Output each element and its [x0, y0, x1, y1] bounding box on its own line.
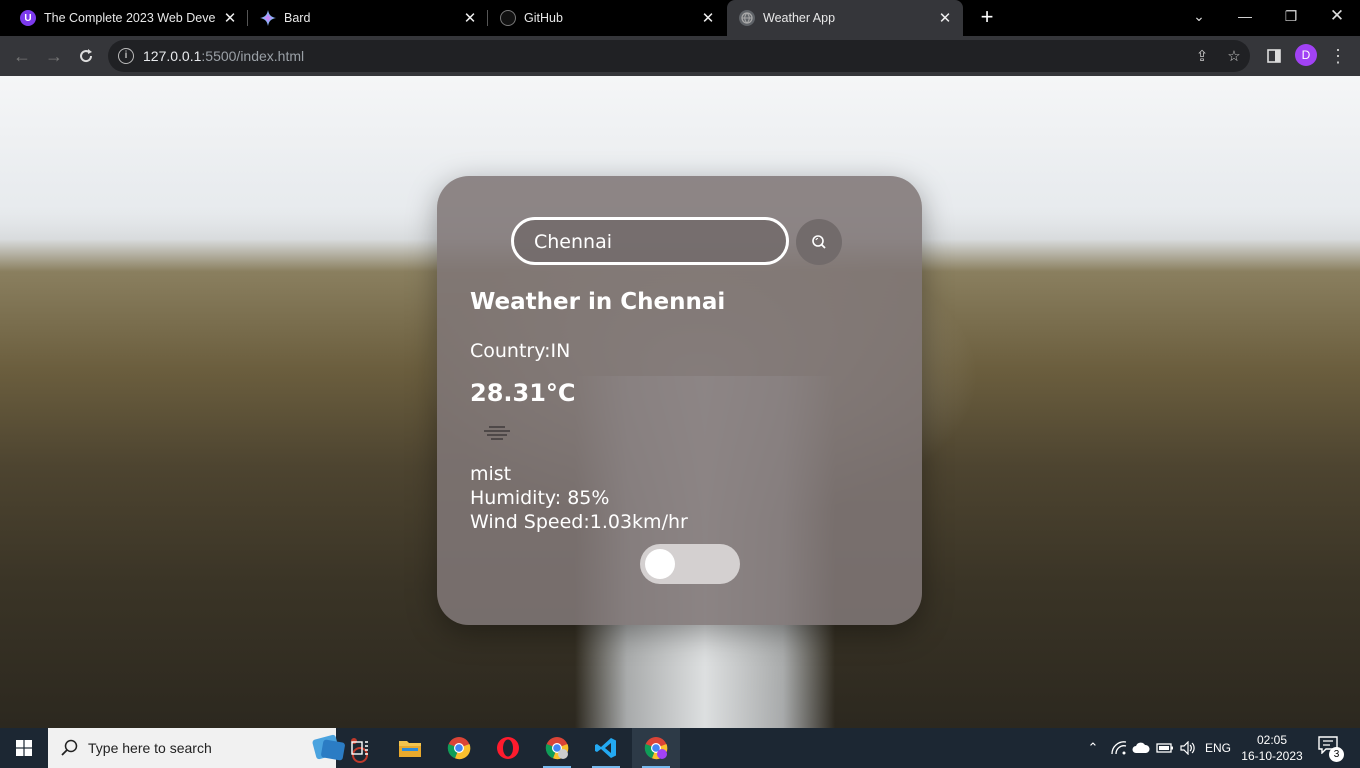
reload-icon[interactable] [74, 44, 98, 68]
wind-speed-text: Wind Speed:1.03km/hr [470, 511, 688, 533]
tab-weather-app[interactable]: Weather App ✕ [727, 0, 963, 36]
udemy-icon: U [20, 10, 36, 26]
notification-count-badge: 3 [1329, 747, 1344, 762]
page-background: Weather in Chennai Country:IN 28.31°C mi… [0, 76, 1360, 728]
tab-title: Weather App [763, 11, 836, 25]
toggle-knob [645, 549, 675, 579]
close-icon[interactable]: ✕ [700, 9, 716, 27]
task-view-icon[interactable] [336, 728, 384, 768]
chrome-icon[interactable] [435, 728, 483, 768]
speaker-icon[interactable] [1177, 728, 1199, 768]
country-text: Country:IN [470, 340, 571, 362]
close-icon[interactable]: ✕ [222, 9, 238, 27]
temperature-text: 28.31°C [470, 379, 576, 407]
city-search-input[interactable] [534, 229, 774, 255]
tab-title: The Complete 2023 Web Develo [44, 11, 216, 25]
bookmark-star-icon[interactable]: ☆ [1224, 46, 1244, 66]
share-icon[interactable]: ⇪ [1192, 46, 1212, 66]
wifi-icon[interactable] [1108, 728, 1130, 768]
tab-github[interactable]: GitHub ✕ [488, 0, 726, 36]
browser-toolbar: ← → i 127.0.0.1:5500/index.html ⇪ ☆ D ⋮ [0, 36, 1360, 76]
restore-button[interactable]: ❐ [1268, 0, 1314, 32]
bard-sparkle-icon [260, 10, 276, 26]
vscode-icon[interactable] [582, 728, 630, 768]
search-icon [61, 739, 78, 756]
search-button[interactable] [796, 219, 842, 265]
taskbar-search-placeholder: Type here to search [88, 740, 212, 756]
globe-icon [739, 10, 755, 26]
clock-time: 02:05 [1256, 733, 1288, 747]
url-text: 127.0.0.1:5500/index.html [143, 48, 304, 64]
onedrive-cloud-icon[interactable] [1130, 728, 1152, 768]
close-icon[interactable]: ✕ [462, 9, 478, 27]
chrome-profile-icon[interactable] [533, 728, 581, 768]
show-hidden-icons-chevron-icon[interactable]: ⌃ [1082, 728, 1104, 768]
tab-bard[interactable]: Bard ✕ [248, 0, 488, 36]
close-window-button[interactable]: ✕ [1314, 0, 1360, 32]
weather-description: mist [470, 463, 512, 485]
city-search-box [511, 217, 789, 265]
back-icon[interactable]: ← [10, 44, 34, 68]
tab-title: GitHub [524, 11, 563, 25]
address-bar[interactable]: i 127.0.0.1:5500/index.html ⇪ ☆ [108, 40, 1250, 72]
tab-search-chevron-icon[interactable]: ⌄ [1176, 0, 1222, 32]
url-path: :5500/index.html [201, 48, 305, 64]
site-info-icon[interactable]: i [118, 48, 134, 64]
battery-icon[interactable] [1154, 728, 1176, 768]
weather-heading: Weather in Chennai [470, 289, 726, 315]
mist-icon [481, 422, 513, 442]
language-indicator[interactable]: ENG [1202, 728, 1234, 768]
forward-icon[interactable]: → [42, 44, 66, 68]
weather-card: Weather in Chennai Country:IN 28.31°C mi… [437, 176, 922, 625]
windows-taskbar: Type here to search ⌃ ENG 02:05 16-10-20… [0, 728, 1360, 768]
clock-date: 16-10-2023 [1241, 749, 1303, 763]
new-tab-button[interactable]: + [976, 6, 998, 28]
taskbar-search-box[interactable]: Type here to search [48, 728, 368, 768]
tab-title: Bard [284, 11, 311, 25]
notification-center-button[interactable]: 3 [1318, 736, 1344, 762]
browser-tab-strip: U The Complete 2023 Web Develo ✕ Bard ✕ … [0, 0, 1360, 36]
start-button[interactable] [0, 728, 48, 768]
side-panel-icon[interactable] [1264, 46, 1284, 66]
opera-icon[interactable] [484, 728, 532, 768]
search-icon [812, 235, 826, 249]
kebab-menu-icon[interactable]: ⋮ [1328, 46, 1348, 66]
humidity-text: Humidity: 85% [470, 487, 610, 509]
chrome-active-icon[interactable] [632, 728, 680, 768]
theme-toggle[interactable] [640, 544, 740, 584]
close-icon[interactable]: ✕ [937, 9, 953, 27]
system-clock[interactable]: 02:05 16-10-2023 [1234, 732, 1310, 764]
windows-logo-icon [16, 740, 32, 756]
tab-udemy[interactable]: U The Complete 2023 Web Develo ✕ [8, 0, 248, 36]
github-icon [500, 10, 516, 26]
file-explorer-icon[interactable] [386, 728, 434, 768]
profile-avatar[interactable]: D [1295, 44, 1317, 66]
url-host: 127.0.0.1 [143, 48, 202, 64]
minimize-button[interactable]: — [1222, 0, 1268, 32]
